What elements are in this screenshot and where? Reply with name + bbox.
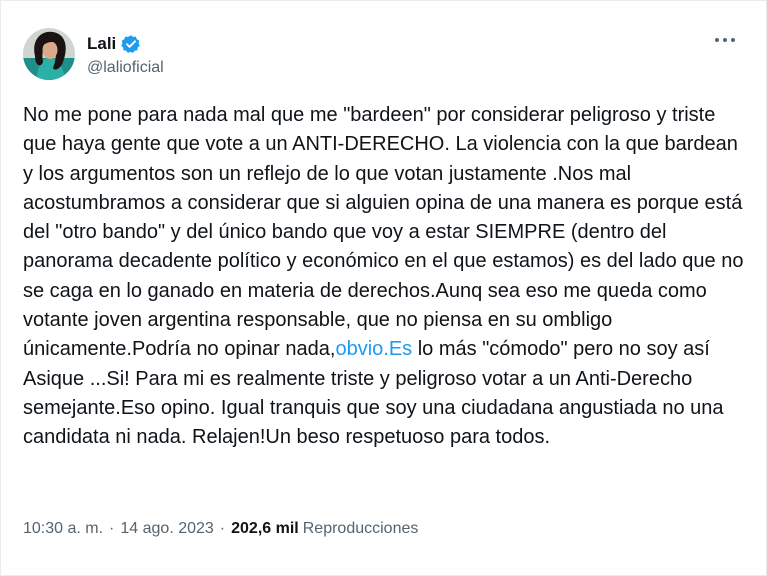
views-label: Reproducciones: [302, 520, 419, 537]
tweet-text: No me pone para nada mal que me "bardeen…: [23, 101, 748, 453]
verified-badge-icon: [121, 34, 141, 54]
name-row: Lali: [87, 32, 164, 56]
author-name[interactable]: Lali: [87, 34, 116, 54]
more-horizontal-icon: [715, 38, 719, 42]
views-count: 202,6 mil: [231, 520, 299, 537]
tweet-time[interactable]: 10:30 a. m.: [23, 520, 103, 538]
author-identity: Lali @lalioficial: [87, 32, 164, 77]
more-options-button[interactable]: [708, 27, 742, 53]
meta-separator: ·: [109, 520, 115, 537]
tweet-text-part-1: No me pone para nada mal que me "bardeen…: [23, 104, 744, 361]
tweet-card: Lali @lalioficial No me pone para nada m…: [0, 0, 767, 576]
tweet-date[interactable]: 14 ago. 2023: [120, 520, 213, 538]
avatar[interactable]: [23, 28, 75, 80]
avatar-photo: [23, 28, 75, 80]
more-horizontal-icon: [723, 38, 727, 42]
tweet-meta: 10:30 a. m. · 14 ago. 2023 · 202,6 mil R…: [23, 520, 418, 538]
meta-separator: ·: [219, 520, 226, 537]
more-horizontal-icon: [731, 38, 735, 42]
tweet-header: Lali @lalioficial: [23, 26, 164, 82]
tweet-link[interactable]: obvio.Es: [335, 338, 412, 360]
author-handle[interactable]: @lalioficial: [87, 59, 164, 77]
